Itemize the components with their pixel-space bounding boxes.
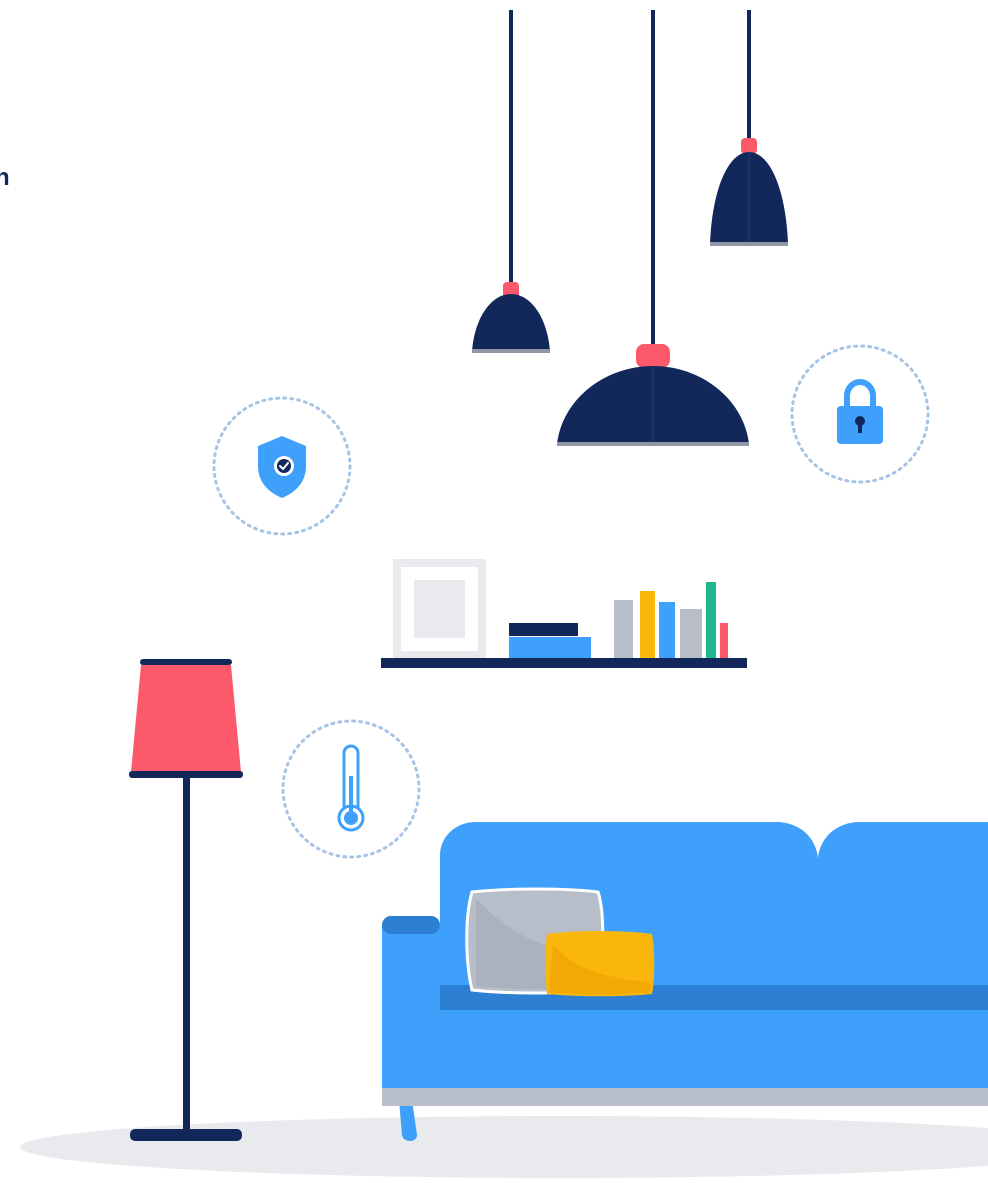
smart-home-illustration: n bbox=[0, 0, 988, 1178]
shield-check-icon bbox=[212, 396, 352, 536]
floor-shadow bbox=[20, 1116, 988, 1178]
wall-shelf bbox=[381, 559, 747, 668]
pendant-lamp-right bbox=[710, 10, 788, 246]
thermometer-icon bbox=[281, 719, 421, 859]
floor-lamp bbox=[129, 659, 243, 1141]
padlock-icon bbox=[790, 344, 930, 484]
yellow-cushion bbox=[545, 931, 655, 997]
cropped-text-fragment: n bbox=[0, 164, 10, 191]
sofa bbox=[382, 822, 988, 1141]
illustration-canvas bbox=[20, 10, 988, 1178]
pendant-lamp-left bbox=[472, 10, 550, 353]
